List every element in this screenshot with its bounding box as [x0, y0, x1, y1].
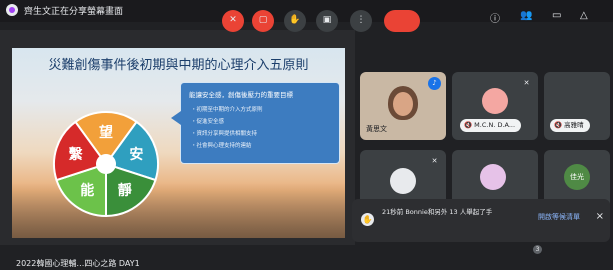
chat-icon[interactable]: ▭ — [552, 10, 561, 21]
close-icon[interactable]: × — [596, 211, 604, 222]
avatar — [482, 88, 508, 114]
raised-hand-notification: ✋ 21秒前 Bonnie和另外 13 人舉起了手 開啟等候清單 × — [352, 199, 610, 242]
speaking-indicator-icon: ♪ — [428, 77, 441, 90]
call-end-icon[interactable] — [384, 10, 420, 32]
info-icon[interactable]: ⓘ — [490, 10, 500, 25]
mic-off-icon[interactable]: ✕ — [222, 10, 244, 32]
avatar: 佳光 — [564, 164, 590, 190]
participant-tile[interactable]: ✕ 🔇 M.C.N. D.A... — [452, 72, 538, 140]
wheel-center — [97, 155, 115, 173]
wheel-label: 繫 — [69, 146, 83, 163]
wheel-label: 望 — [99, 124, 113, 141]
callout-heading: 能讓安全感，創傷後壓力的重要目標 — [189, 91, 293, 99]
people-icon[interactable]: 👥 — [520, 10, 532, 21]
participants-badge: 3 — [533, 245, 542, 254]
participant-name: M.C.N. D.A... — [474, 121, 516, 129]
bottom-bar: 2022韓國心理輔…四心之路 DAY1 — [0, 248, 613, 270]
meeting-name: 2022韓國心理輔…四心之路 DAY1 — [16, 259, 140, 268]
hand-icon[interactable]: ✋ — [284, 10, 306, 32]
callout-bullet: ・初期至中期的介入方式原則 — [191, 107, 263, 113]
participant-tile-speaking[interactable]: ♪ 黃思文 — [360, 72, 446, 140]
avatar — [480, 164, 506, 190]
avatar — [390, 168, 416, 194]
slide-title: 災難創傷事件後初期與中期的心理介入五原則 — [48, 58, 309, 73]
callout-bullet: ・促進安全感 — [191, 119, 225, 125]
mic-off-icon: 🔇 — [554, 121, 563, 129]
presentation-slide: 災難創傷事件後初期與中期的心理介入五原則 望安靜 能 繫 能讓安全感，創傷後壓力的重… — [12, 48, 345, 238]
participant-face — [393, 92, 413, 116]
videocam-off-icon[interactable]: ▢ — [252, 10, 274, 32]
mic-off-icon: ✕ — [523, 79, 530, 87]
callout-bullet: ・資訊分享與提供相關支持 — [191, 131, 258, 137]
hand-icon: ✋ — [361, 213, 374, 226]
more-icon[interactable]: ⋮ — [350, 10, 372, 32]
callout-bullet: ・社會與心理支持的連結 — [191, 143, 252, 149]
participant-name-pill: 🔇 M.C.N. D.A... — [460, 119, 522, 132]
participant-name: 黃思文 — [366, 125, 387, 133]
shared-screen[interactable]: 災難創傷事件後初期與中期的心理介入五原則 望安靜 能 繫 能讓安全感，創傷後壓力的重… — [0, 30, 355, 245]
present-icon[interactable]: ▣ — [316, 10, 338, 32]
presenter-title: 齊生文正在分享螢幕畫面 — [24, 7, 124, 17]
activities-icon[interactable]: △ — [580, 10, 588, 21]
mic-off-icon: ✕ — [431, 157, 438, 165]
presenting-icon — [6, 4, 18, 16]
participant-tile[interactable]: 🔇 高雅晴 — [544, 72, 610, 140]
open-queue-button[interactable]: 開啟等候清單 — [538, 212, 580, 222]
five-principles-wheel: 望安靜 能 繫 — [53, 111, 159, 218]
wheel-label: 安 — [129, 146, 143, 163]
wheel-label: 靜 — [118, 182, 132, 199]
mic-off-icon: 🔇 — [464, 121, 473, 129]
participant-name-pill: 🔇 高雅晴 — [550, 119, 590, 132]
wheel-label: 能 — [80, 182, 94, 199]
notification-text: 21秒前 Bonnie和另外 13 人舉起了手 — [382, 208, 493, 216]
participant-name: 高雅晴 — [564, 121, 584, 129]
slide-callout: 能讓安全感，創傷後壓力的重要目標 ・初期至中期的介入方式原則 ・促進安全感 ・資… — [171, 82, 340, 164]
